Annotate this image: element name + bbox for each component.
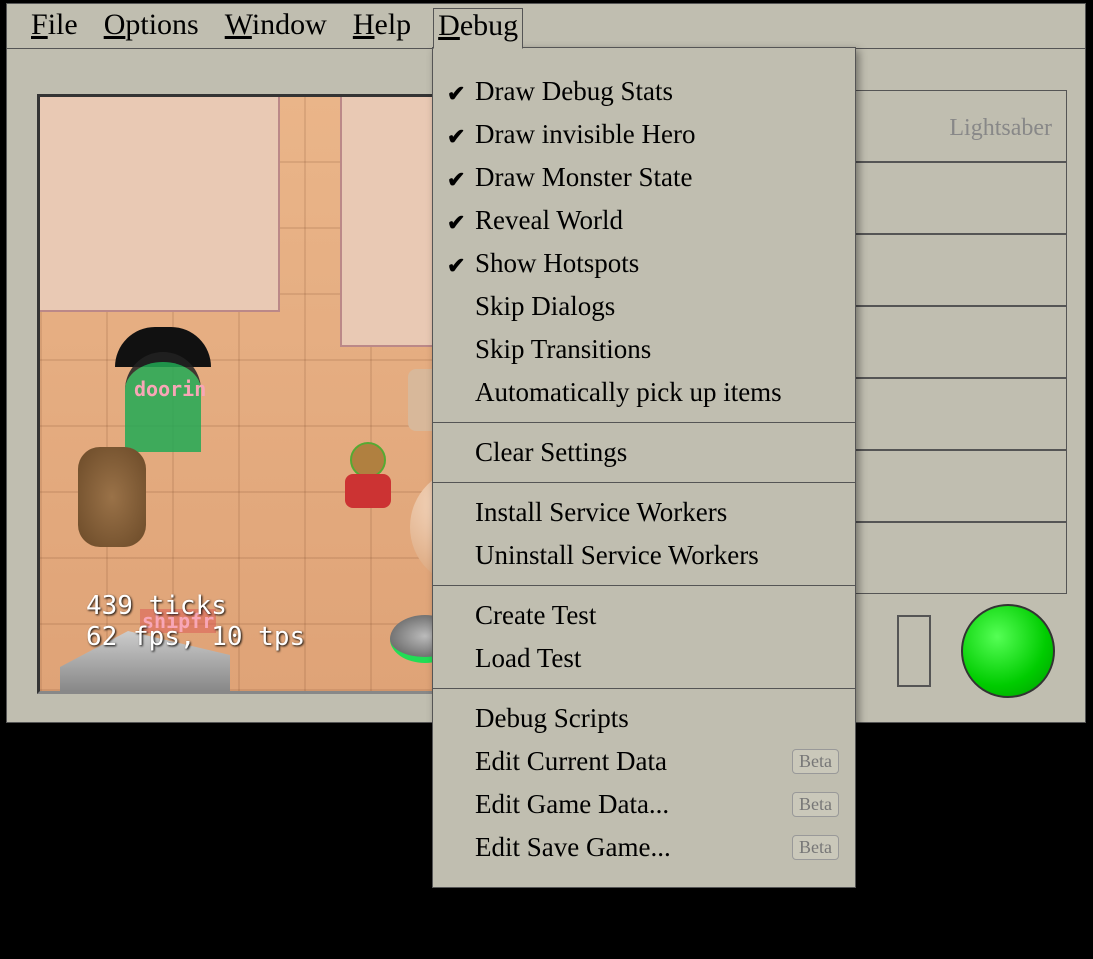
menu-item-label: Draw Debug Stats — [475, 76, 673, 107]
menu-item-label: Reveal World — [475, 205, 623, 236]
inventory-item-label: Lightsaber — [828, 91, 1066, 142]
inventory-panel: Lightsaber — [827, 90, 1067, 594]
menu-separator — [433, 585, 855, 586]
menu-item-label: Clear Settings — [475, 437, 627, 468]
menu-separator — [433, 688, 855, 689]
menu-item-label: Uninstall Service Workers — [475, 540, 759, 571]
menu-debug-scripts[interactable]: Debug Scripts — [433, 697, 855, 740]
menu-skip-transitions[interactable]: Skip Transitions — [433, 328, 855, 371]
menu-item-label: Edit Save Game... — [475, 832, 671, 863]
menu-item-label: Automatically pick up items — [475, 377, 782, 408]
menu-edit-save-game[interactable]: Edit Save Game... Beta — [433, 826, 855, 869]
beta-badge: Beta — [792, 835, 839, 860]
inventory-slot-5[interactable] — [827, 450, 1067, 522]
menu-edit-game-data[interactable]: Edit Game Data... Beta — [433, 783, 855, 826]
menu-item-label: Draw invisible Hero — [475, 119, 695, 150]
menu-item-label: Load Test — [475, 643, 581, 674]
inventory-slot-1[interactable] — [827, 162, 1067, 234]
inventory-slot-4[interactable] — [827, 378, 1067, 450]
menu-item-label: Install Service Workers — [475, 497, 727, 528]
menu-show-hotspots[interactable]: ✔ Show Hotspots — [433, 242, 855, 285]
menu-item-label: Edit Game Data... — [475, 789, 669, 820]
health-orb — [961, 604, 1055, 698]
menu-separator — [433, 482, 855, 483]
menubar: File Options Window Help Debug — [7, 4, 1085, 49]
menu-install-sw[interactable]: Install Service Workers — [433, 491, 855, 534]
inventory-slot-3[interactable] — [827, 306, 1067, 378]
checkmark-icon: ✔ — [447, 81, 465, 107]
beta-badge: Beta — [792, 749, 839, 774]
menu-load-test[interactable]: Load Test — [433, 637, 855, 680]
checkmark-icon: ✔ — [447, 253, 465, 279]
menu-draw-invisible-hero[interactable]: ✔ Draw invisible Hero — [433, 113, 855, 156]
hotspot-label-doorin: doorin — [134, 377, 206, 401]
menu-draw-debug-stats[interactable]: ✔ Draw Debug Stats — [433, 70, 855, 113]
menu-item-label: Debug Scripts — [475, 703, 629, 734]
inventory-slot-6[interactable] — [827, 522, 1067, 594]
menu-clear-settings[interactable]: Clear Settings — [433, 431, 855, 474]
debug-dropdown: ✔ Draw Debug Stats ✔ Draw invisible Hero… — [432, 47, 856, 888]
inventory-slot-0[interactable]: Lightsaber — [827, 90, 1067, 162]
menu-options[interactable]: Options — [100, 8, 203, 42]
checkmark-icon: ✔ — [447, 167, 465, 193]
menu-window[interactable]: Window — [221, 8, 331, 42]
checkmark-icon: ✔ — [447, 210, 465, 236]
menu-reveal-world[interactable]: ✔ Reveal World — [433, 199, 855, 242]
menu-separator — [433, 422, 855, 423]
checkmark-icon: ✔ — [447, 124, 465, 150]
inventory-slot-2[interactable] — [827, 234, 1067, 306]
menu-item-label: Skip Dialogs — [475, 291, 615, 322]
menu-item-label: Show Hotspots — [475, 248, 639, 279]
building-left — [37, 94, 280, 312]
menu-item-label: Edit Current Data — [475, 746, 667, 777]
menu-item-label: Create Test — [475, 600, 596, 631]
menu-create-test[interactable]: Create Test — [433, 594, 855, 637]
npc-robot — [78, 447, 146, 547]
ammo-indicator — [897, 615, 931, 687]
debug-stats-overlay: 439 ticks 62 fps, 10 tps — [86, 591, 305, 653]
stats-ticks: 439 ticks — [86, 591, 305, 622]
menu-help[interactable]: Help — [349, 8, 415, 42]
menu-file[interactable]: File — [27, 8, 82, 42]
status-area — [897, 604, 1055, 698]
building-right — [340, 94, 447, 347]
stats-fps-tps: 62 fps, 10 tps — [86, 622, 305, 653]
menu-edit-current-data[interactable]: Edit Current Data Beta — [433, 740, 855, 783]
menu-item-label: Draw Monster State — [475, 162, 692, 193]
menu-skip-dialogs[interactable]: Skip Dialogs — [433, 285, 855, 328]
menu-auto-pickup[interactable]: Automatically pick up items — [433, 371, 855, 414]
menu-debug[interactable]: Debug — [433, 8, 523, 49]
beta-badge: Beta — [792, 792, 839, 817]
game-viewport[interactable]: doorin shipfr 439 ticks 62 fps, 10 tps — [37, 94, 447, 694]
menu-uninstall-sw[interactable]: Uninstall Service Workers — [433, 534, 855, 577]
hero-sprite — [340, 442, 396, 512]
door-hotspot[interactable] — [125, 352, 201, 452]
menu-item-label: Skip Transitions — [475, 334, 651, 365]
menu-draw-monster-state[interactable]: ✔ Draw Monster State — [433, 156, 855, 199]
